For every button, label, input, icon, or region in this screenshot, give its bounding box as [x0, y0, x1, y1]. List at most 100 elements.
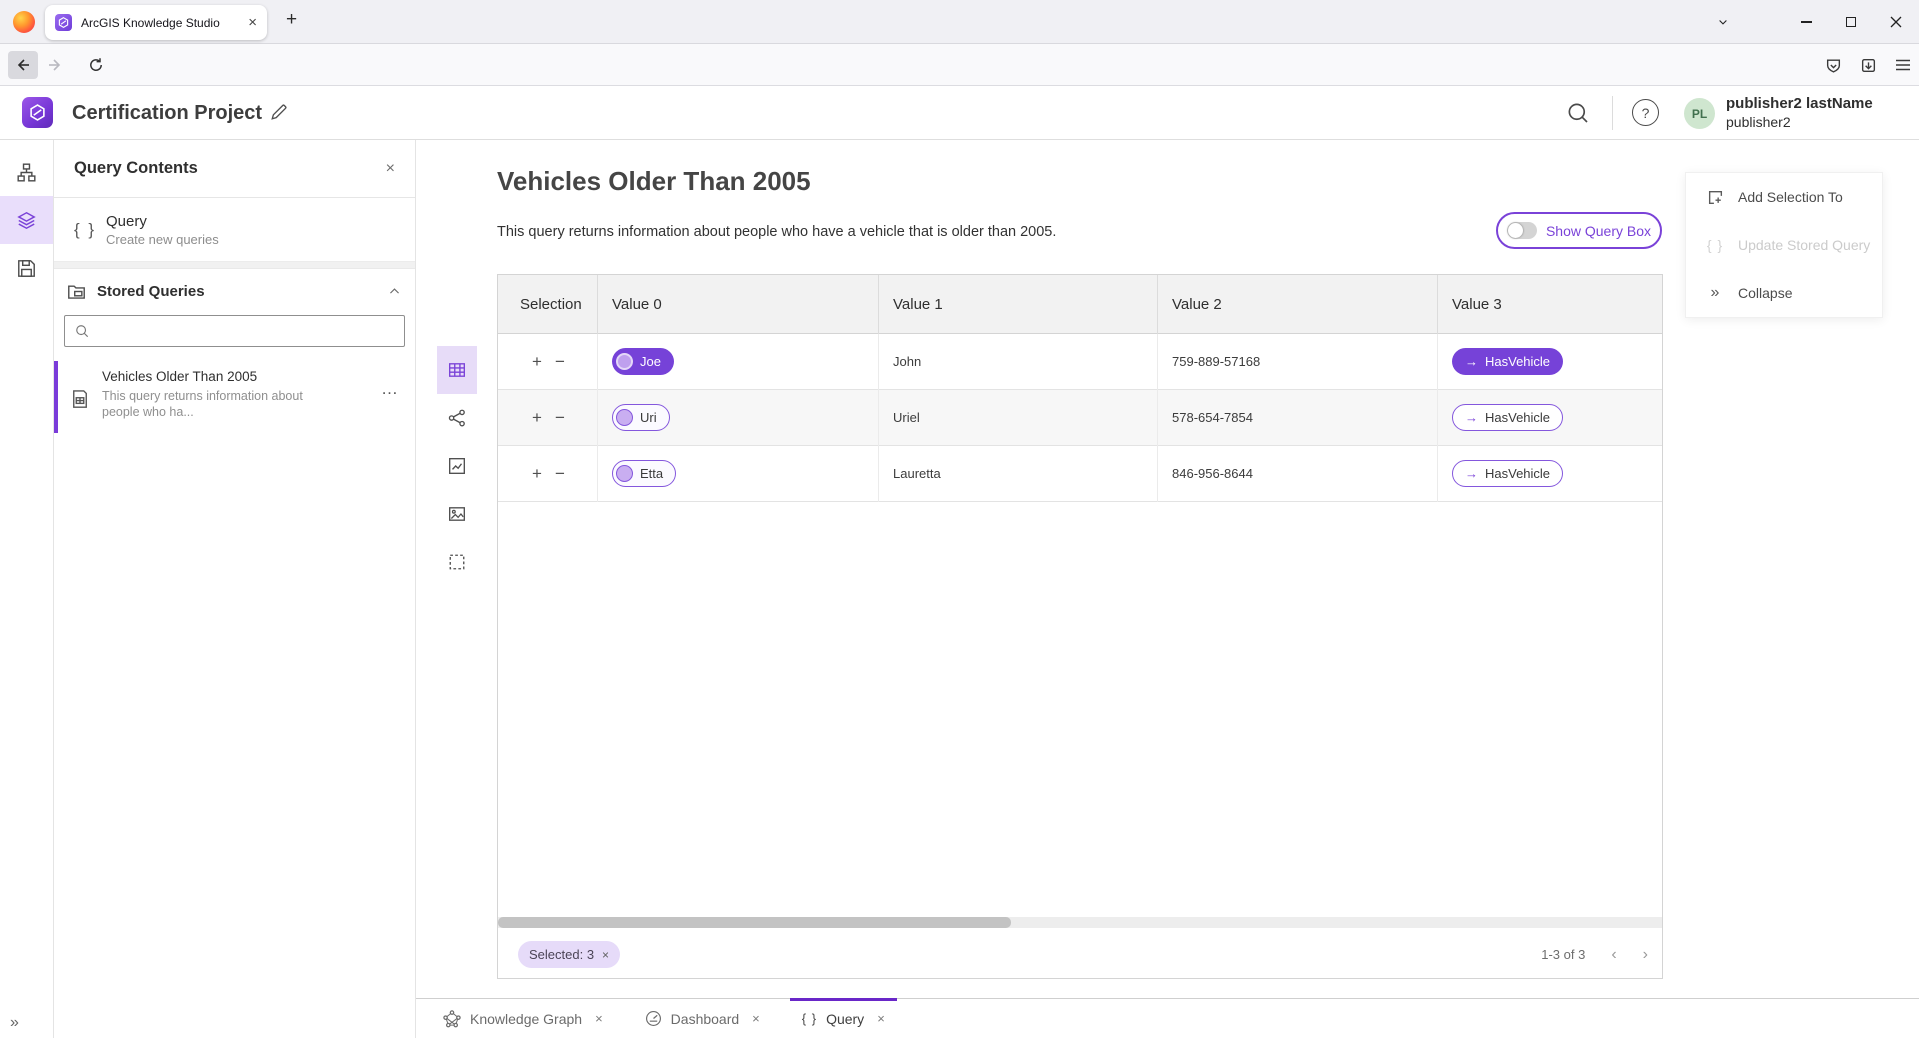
forward-button[interactable]	[47, 57, 63, 73]
collapse-icon: »	[1704, 284, 1726, 302]
user-menu[interactable]: publisher2 lastName publisher2	[1726, 94, 1873, 131]
chart-icon[interactable]	[437, 442, 477, 490]
cell-value[interactable]: 846-956-8644	[1158, 446, 1438, 502]
stored-queries-search[interactable]	[64, 315, 405, 347]
library-icon[interactable]	[1860, 57, 1877, 74]
knowledge-graph-icon	[443, 1010, 461, 1028]
query-item-title: Query	[106, 212, 219, 231]
map-image-icon[interactable]	[437, 490, 477, 538]
menu-item-collapse[interactable]: » Collapse	[1686, 269, 1882, 317]
horizontal-scrollbar[interactable]	[498, 917, 1662, 928]
close-tab-icon[interactable]: ×	[595, 1011, 603, 1026]
cell-value[interactable]: Uriel	[879, 390, 1158, 446]
add-selection-icon[interactable]: +	[532, 353, 542, 370]
remove-selection-icon[interactable]: −	[555, 409, 565, 426]
pagination-range: 1-3 of 3	[1541, 947, 1585, 962]
link-chart-icon[interactable]	[437, 394, 477, 442]
stored-query-item[interactable]: Vehicles Older Than 2005 This query retu…	[54, 361, 415, 433]
column-header[interactable]: Value 1	[879, 275, 1158, 334]
select-region-icon[interactable]	[437, 538, 477, 586]
add-selection-icon[interactable]: +	[532, 465, 542, 482]
view-toolbar	[437, 346, 477, 586]
braces-icon: { }	[74, 220, 106, 240]
list-tabs-icon[interactable]	[1706, 0, 1740, 44]
relationship-pill[interactable]: →HasVehicle	[1452, 348, 1563, 375]
search-input[interactable]	[97, 323, 394, 340]
app-header: Certification Project ? PL publisher2 la…	[0, 86, 1919, 140]
search-icon[interactable]	[1566, 101, 1590, 125]
sidebar-item-contents[interactable]	[0, 196, 53, 244]
close-tab-icon[interactable]: ×	[752, 1011, 760, 1026]
new-tab-button[interactable]: +	[286, 9, 297, 31]
pocket-shield-icon[interactable]	[1825, 57, 1842, 74]
user-name: publisher2 lastName	[1726, 94, 1873, 113]
edit-title-icon[interactable]	[270, 103, 288, 121]
column-header[interactable]: Value 0	[598, 275, 879, 334]
stored-queries-header[interactable]: Stored Queries	[54, 269, 415, 313]
expand-rail-icon[interactable]: »	[10, 1014, 19, 1032]
menu-icon[interactable]	[1895, 58, 1911, 72]
relationship-pill[interactable]: →HasVehicle	[1452, 404, 1563, 431]
results-table: Selection Value 0 Value 1 Value 2 Value …	[497, 274, 1663, 979]
browser-tab[interactable]: ArcGIS Knowledge Studio ×	[45, 5, 267, 40]
cell-value[interactable]: Lauretta	[879, 446, 1158, 502]
tab-knowledge-graph[interactable]: Knowledge Graph ×	[431, 999, 615, 1039]
arcgis-favicon-icon	[55, 14, 72, 31]
window-minimize-button[interactable]	[1789, 0, 1823, 44]
window-maximize-button[interactable]	[1834, 0, 1868, 44]
window-close-button[interactable]	[1879, 0, 1913, 44]
add-selection-to-icon	[1704, 189, 1726, 206]
menu-item-update-stored-query[interactable]: { } Update Stored Query	[1686, 221, 1882, 269]
user-alias: publisher2	[1726, 113, 1873, 131]
reload-button[interactable]	[88, 57, 104, 73]
search-icon	[75, 324, 89, 338]
entity-pill[interactable]: Joe	[612, 348, 674, 375]
avatar[interactable]: PL	[1684, 98, 1715, 129]
menu-item-add-selection-to[interactable]: Add Selection To	[1686, 173, 1882, 221]
table-row[interactable]: +− Etta Lauretta 846-956-8644 →HasVehicl…	[498, 446, 1662, 502]
sidebar-item-project[interactable]	[0, 148, 53, 196]
tab-query[interactable]: { } Query ×	[790, 999, 897, 1039]
scrollbar-thumb[interactable]	[498, 917, 1011, 928]
firefox-icon[interactable]	[13, 11, 35, 33]
selected-count-chip[interactable]: Selected: 3 ×	[518, 941, 620, 968]
arrow-icon: →	[1465, 354, 1478, 369]
table-row[interactable]: +− Joe John 759-889-57168 →HasVehicle	[498, 334, 1662, 390]
table-row[interactable]: +− Uri Uriel 578-654-7854 →HasVehicle	[498, 390, 1662, 446]
back-button[interactable]	[8, 51, 38, 79]
pagination: 1-3 of 3 ‹ ›	[1541, 941, 1648, 968]
tab-dashboard[interactable]: Dashboard ×	[633, 999, 772, 1039]
entity-pill[interactable]: Etta	[612, 460, 676, 487]
entity-pill[interactable]: Uri	[612, 404, 670, 431]
close-tab-icon[interactable]: ×	[877, 1011, 885, 1026]
panel-close-icon[interactable]: ×	[386, 160, 395, 178]
cell-value[interactable]: 759-889-57168	[1158, 334, 1438, 390]
cell-value[interactable]: John	[879, 334, 1158, 390]
remove-selection-icon[interactable]: −	[555, 465, 565, 482]
add-selection-icon[interactable]: +	[532, 409, 542, 426]
project-title: Certification Project	[72, 86, 262, 140]
cell-value[interactable]: 578-654-7854	[1158, 390, 1438, 446]
chevron-up-icon[interactable]	[388, 285, 401, 298]
column-header[interactable]: Value 2	[1158, 275, 1438, 334]
selected-indicator	[54, 361, 58, 433]
next-page-icon[interactable]: ›	[1643, 947, 1648, 963]
stored-queries-title: Stored Queries	[97, 283, 205, 300]
show-query-box-toggle[interactable]: Show Query Box	[1496, 212, 1662, 249]
prev-page-icon[interactable]: ‹	[1611, 947, 1616, 963]
tab-close-icon[interactable]: ×	[248, 15, 257, 30]
column-header[interactable]: Selection	[498, 275, 598, 334]
remove-selection-icon[interactable]: −	[555, 353, 565, 370]
new-query-item[interactable]: { } Query Create new queries	[54, 198, 415, 262]
stored-query-doc-icon	[70, 389, 90, 409]
column-header[interactable]: Value 3	[1438, 275, 1662, 334]
sidebar-item-save[interactable]	[0, 244, 53, 292]
left-rail: »	[0, 140, 54, 1038]
relationship-pill[interactable]: →HasVehicle	[1452, 460, 1563, 487]
table-view-icon[interactable]	[437, 346, 477, 394]
toggle-switch[interactable]	[1507, 222, 1537, 239]
item-options-icon[interactable]: …	[381, 379, 399, 399]
help-icon[interactable]: ?	[1632, 99, 1659, 126]
entity-dot-icon	[616, 465, 633, 482]
clear-selection-icon[interactable]: ×	[602, 948, 609, 962]
